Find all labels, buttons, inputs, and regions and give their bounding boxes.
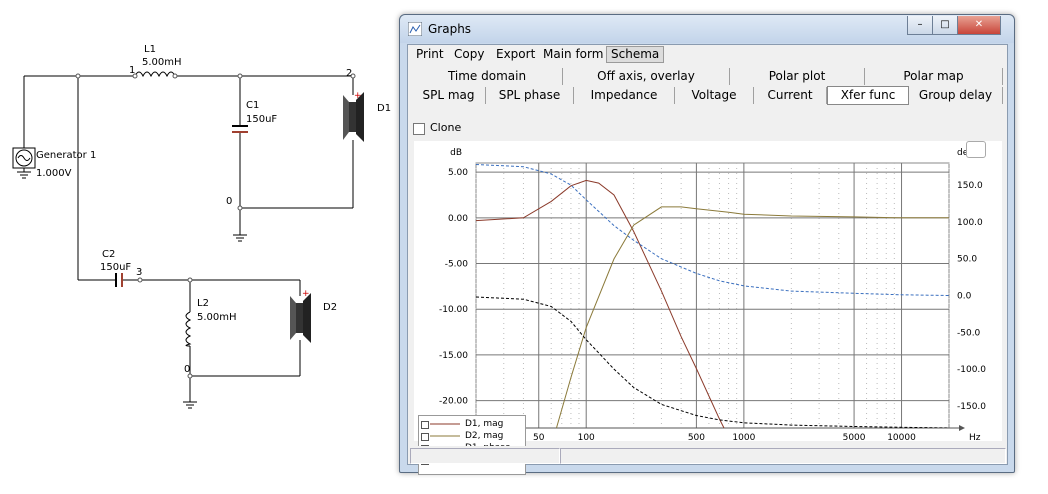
- y-tick-label-right: 0.0: [957, 292, 972, 302]
- menu-schema[interactable]: Schema: [606, 46, 665, 63]
- y-tick-label-left: -10.00: [439, 305, 468, 315]
- plot-area[interactable]: 50 100 500 1000 5000 10000 5.00 0.00 -5.00 -10.00…: [414, 141, 1002, 475]
- plot-options-button[interactable]: [966, 141, 986, 158]
- inductor-L2[interactable]: [185, 311, 192, 347]
- tab-impedance[interactable]: Impedance: [574, 87, 675, 104]
- graphs-client: Print Copy Export Main form Schema Time …: [407, 44, 1008, 475]
- y-axis-label-left: dB: [450, 148, 462, 158]
- window-title: Graphs: [428, 22, 472, 36]
- tab-spl-phase[interactable]: SPL phase: [486, 87, 574, 104]
- node-label: 1: [129, 65, 136, 76]
- clone-checkbox[interactable]: [413, 123, 425, 135]
- generator-icon[interactable]: [12, 147, 36, 169]
- node-label: 3: [136, 267, 143, 278]
- y-tick-label-left: -5.00: [445, 260, 469, 270]
- y-tick-label-right: 150.0: [957, 181, 983, 191]
- tab-xfer-func[interactable]: Xfer func: [827, 86, 909, 105]
- schematic-canvas: [12, 71, 364, 409]
- tab-group-delay[interactable]: Group delay: [909, 87, 1003, 104]
- x-tick-label: 5000: [843, 433, 866, 441]
- y-tick-label-right: 100.0: [957, 218, 983, 228]
- x-axis-arrow: [959, 425, 965, 431]
- menu-main-form[interactable]: Main form: [539, 47, 607, 62]
- x-tick-label: 10000: [887, 433, 916, 441]
- label-D2: D2: [323, 302, 338, 313]
- y-tick-label-left: 0.00: [448, 214, 468, 224]
- tab-off-axis-overlay[interactable]: Off axis, overlay: [563, 68, 730, 85]
- tab-polar-plot[interactable]: Polar plot: [730, 68, 865, 85]
- capacitor-C2[interactable]: [115, 273, 123, 287]
- close-button[interactable]: ✕: [957, 16, 1001, 35]
- maximize-button[interactable]: □: [932, 16, 958, 35]
- ground-icon: [183, 401, 197, 409]
- x-tick-label: 1000: [732, 433, 755, 441]
- y-tick-label-left: -20.00: [439, 397, 468, 407]
- y-tick-label-left: -15.00: [439, 351, 468, 361]
- ground-icon: [17, 168, 31, 179]
- minimize-button[interactable]: –: [907, 16, 933, 35]
- graphs-window: Graphs – □ ✕ Print Copy Export Main form…: [399, 14, 1015, 475]
- app-icon: [408, 22, 422, 36]
- menu-print[interactable]: Print: [412, 47, 448, 62]
- tab-polar-map[interactable]: Polar map: [865, 68, 1003, 85]
- inductor-L1[interactable]: [134, 71, 176, 78]
- y-tick-label-right: -50.0: [957, 328, 981, 338]
- clone-label: Clone: [430, 121, 462, 134]
- menu-bar: Print Copy Export Main form Schema: [408, 45, 1007, 64]
- x-tick-label: 500: [688, 433, 705, 441]
- tab-current[interactable]: Current: [754, 87, 827, 104]
- label-C1-value: 150uF: [246, 114, 278, 125]
- chart-legend: D1, mag D2, mag D1, phase D2, phase: [418, 415, 526, 475]
- status-bar: [408, 446, 1007, 464]
- x-axis-label: Hz: [969, 433, 981, 441]
- plus-sign: +: [354, 91, 362, 101]
- y-tick-label-right: 50.0: [957, 255, 977, 265]
- y-tick-label-right: -150.0: [957, 402, 986, 412]
- x-tick-label: 100: [578, 433, 595, 441]
- label-generator-voltage: 1.000V: [36, 168, 72, 179]
- capacitor-C1[interactable]: [232, 125, 248, 133]
- menu-export[interactable]: Export: [492, 47, 539, 62]
- plus-sign: +: [302, 289, 310, 299]
- y-tick-label-right: -100.0: [957, 365, 986, 375]
- plot-frame: [475, 162, 950, 429]
- title-bar[interactable]: Graphs – □ ✕: [400, 15, 1014, 43]
- tab-time-domain[interactable]: Time domain: [412, 68, 563, 85]
- label-L1-value: 5.00mH: [142, 57, 182, 68]
- label-generator: Generator 1: [36, 150, 97, 161]
- status-panel: [410, 448, 560, 464]
- tab-voltage[interactable]: Voltage: [675, 87, 754, 104]
- xfer-func-chart[interactable]: 50 100 500 1000 5000 10000 5.00 0.00 -5.00 -10.00…: [414, 141, 1002, 443]
- node-label: 0: [184, 364, 191, 375]
- y-tick-label-left: 5.00: [448, 168, 468, 178]
- x-tick-label: 50: [533, 433, 545, 441]
- label-C2-name: C2: [102, 249, 116, 260]
- tab-spl-mag[interactable]: SPL mag: [412, 87, 486, 104]
- node-dot: [75, 73, 356, 379]
- label-C1-name: C1: [246, 100, 260, 111]
- label-L2-value: 5.00mH: [197, 312, 237, 323]
- legend-label: D1, mag: [465, 419, 504, 429]
- label-C2-value: 150uF: [100, 262, 132, 273]
- node-label: 0: [226, 196, 233, 207]
- status-panel: [560, 448, 1006, 464]
- node-label: 2: [346, 68, 353, 79]
- label-L1-name: L1: [144, 44, 156, 55]
- speaker-D2-icon[interactable]: [290, 293, 311, 343]
- menu-copy[interactable]: Copy: [450, 47, 488, 62]
- label-L2-name: L2: [197, 298, 209, 309]
- label-D1: D1: [377, 103, 392, 114]
- ground-icon: [233, 234, 247, 242]
- legend-label: D2, mag: [465, 431, 504, 441]
